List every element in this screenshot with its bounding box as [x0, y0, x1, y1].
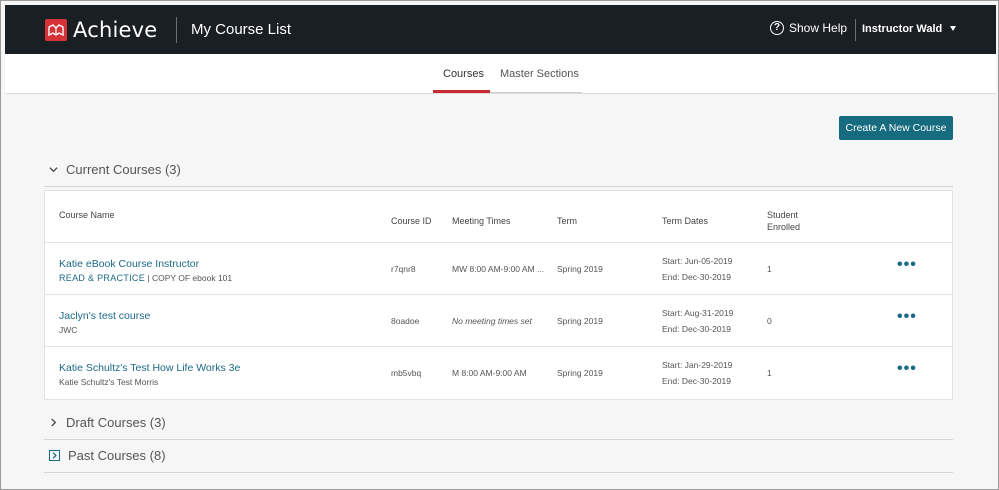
- column-header-term-dates: Term Dates: [662, 216, 709, 226]
- chevron-right-icon: [49, 450, 60, 461]
- course-id: r7qnr8: [391, 264, 416, 274]
- column-header-term: Term: [557, 216, 577, 226]
- term: Spring 2019: [557, 316, 603, 326]
- logo-wordmark[interactable]: Achieve: [73, 18, 157, 42]
- term: Spring 2019: [557, 264, 603, 274]
- past-courses-toggle[interactable]: Past Courses (8): [49, 448, 166, 463]
- more-options-icon[interactable]: •••: [897, 360, 917, 378]
- column-header-meeting-times: Meeting Times: [452, 216, 511, 226]
- tab-courses[interactable]: Courses: [443, 68, 484, 80]
- draft-courses-toggle[interactable]: Draft Courses (3): [49, 415, 166, 430]
- tab-bar: Courses Master Sections: [5, 54, 996, 94]
- chevron-right-icon: [51, 418, 57, 427]
- show-help-label: Show Help: [789, 21, 848, 35]
- meeting-times: MW 8:00 AM-9:00 AM ...: [452, 264, 545, 274]
- column-header-student-enrolled: Student Enrolled: [767, 210, 801, 232]
- course-copy-text: | COPY OF ebook 101: [147, 273, 233, 283]
- course-name-link[interactable]: Jaclyn's test course: [59, 310, 150, 322]
- term-dates: Start: Jan-29-2019 End: Dec-30-2019: [662, 360, 733, 386]
- user-menu[interactable]: Instructor Wald: [862, 23, 942, 35]
- draft-courses-label: Draft Courses (3): [66, 415, 166, 430]
- meeting-times: M 8:00 AM-9:00 AM: [452, 368, 527, 378]
- achieve-logo-icon[interactable]: [45, 19, 67, 41]
- more-options-icon[interactable]: •••: [897, 256, 917, 274]
- student-enrolled: 0: [767, 316, 772, 326]
- chevron-down-icon: [49, 167, 58, 173]
- student-enrolled: 1: [767, 368, 772, 378]
- tab-divider: [490, 92, 582, 93]
- tab-master-sections[interactable]: Master Sections: [500, 68, 579, 80]
- student-enrolled: 1: [767, 264, 772, 274]
- course-name-link[interactable]: Katie Schultz's Test How Life Works 3e: [59, 362, 240, 374]
- caret-down-icon[interactable]: [950, 26, 956, 31]
- show-help-button[interactable]: ? Show Help: [770, 21, 847, 35]
- term-dates: Start: Jun-05-2019 End: Dec-30-2019: [662, 256, 733, 282]
- table-row[interactable]: Katie eBook Course Instructor READ & PRA…: [45, 242, 952, 294]
- column-header-course-name: Course Name: [59, 210, 115, 220]
- meeting-times: No meeting times set: [452, 316, 532, 326]
- table-row[interactable]: Jaclyn's test course JWC 8oadoe No meeti…: [45, 294, 952, 346]
- course-subtitle: JWC: [59, 325, 78, 335]
- course-id: mb5vbq: [391, 368, 422, 378]
- table-row[interactable]: Katie Schultz's Test How Life Works 3e K…: [45, 346, 952, 399]
- create-new-course-button[interactable]: Create A New Course: [839, 116, 953, 140]
- app-window: Achieve My Course List ? Show Help Instr…: [0, 0, 999, 490]
- header-divider: [855, 19, 856, 41]
- section-divider: [44, 439, 953, 440]
- course-name-link[interactable]: Katie eBook Course Instructor: [59, 258, 199, 270]
- section-divider: [44, 186, 953, 187]
- page-title: My Course List: [191, 21, 292, 38]
- column-header-course-id: Course ID: [391, 216, 432, 226]
- current-courses-label: Current Courses (3): [66, 162, 181, 177]
- course-subtitle: READ & PRACTICE | COPY OF ebook 101: [59, 273, 232, 283]
- header-divider: [176, 17, 177, 43]
- term: Spring 2019: [557, 368, 603, 378]
- course-type-tag: READ & PRACTICE: [59, 273, 146, 283]
- course-table: Course Name Course ID Meeting Times Term…: [44, 190, 953, 400]
- top-navigation-bar: Achieve My Course List ? Show Help Instr…: [5, 5, 996, 54]
- more-options-icon[interactable]: •••: [897, 308, 917, 326]
- section-divider: [44, 472, 953, 473]
- help-icon: ?: [770, 21, 784, 35]
- active-tab-indicator: [433, 90, 490, 93]
- course-id: 8oadoe: [391, 316, 420, 326]
- course-subtitle: Katie Schultz's Test Morris: [59, 377, 159, 387]
- term-dates: Start: Aug-31-2019 End: Dec-30-2019: [662, 308, 734, 334]
- past-courses-label: Past Courses (8): [68, 448, 166, 463]
- current-courses-toggle[interactable]: Current Courses (3): [49, 162, 181, 177]
